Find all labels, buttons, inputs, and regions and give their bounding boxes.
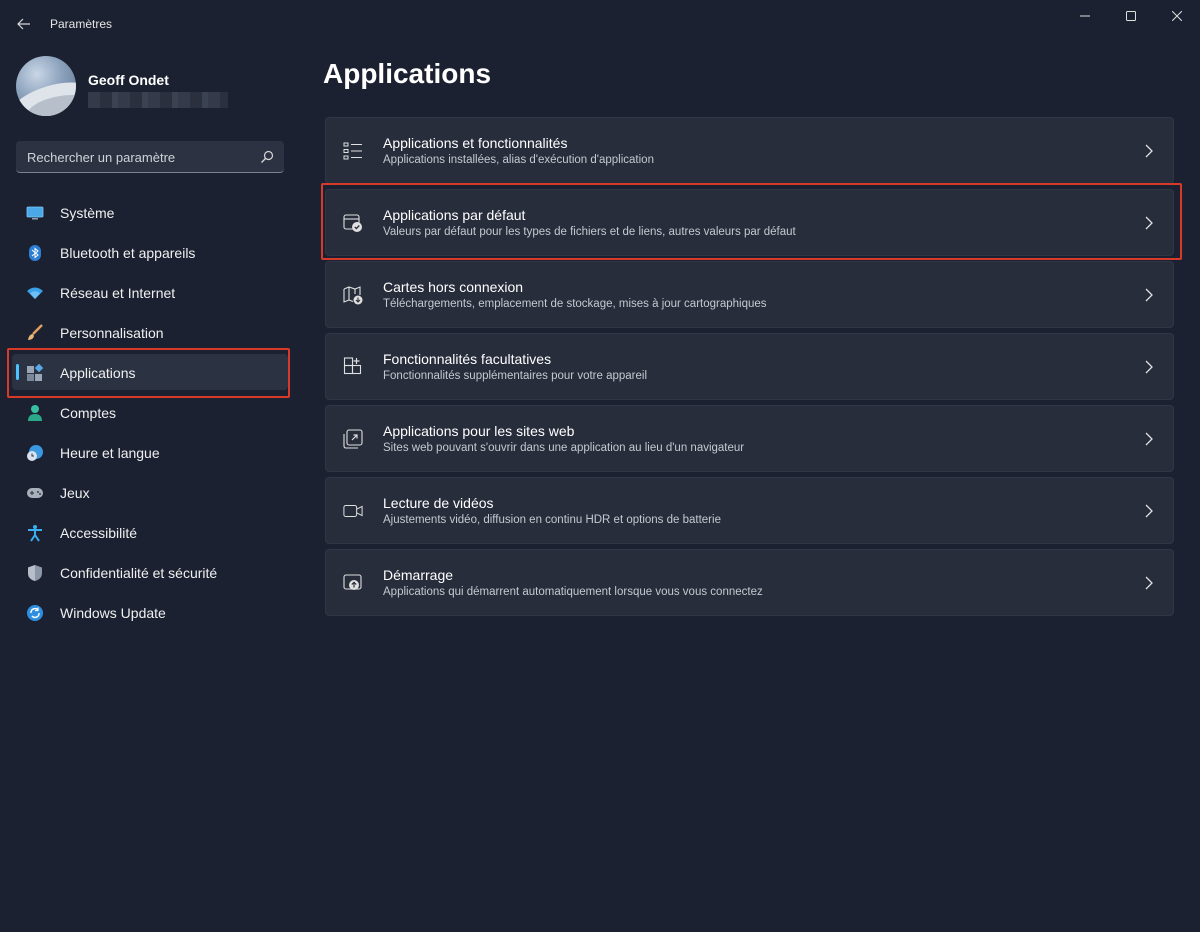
sidebar-item-windows-update[interactable]: Windows Update [12,594,288,630]
sidebar-item-jeux[interactable]: Jeux [12,474,288,510]
back-button[interactable] [14,14,34,34]
add-grid-icon [343,357,363,377]
card-fonctionnalites-facultatives[interactable]: Fonctionnalités facultatives Fonctionnal… [325,333,1174,400]
person-icon [26,404,44,422]
card-applications-par-defaut[interactable]: Applications par défaut Valeurs par défa… [325,189,1174,256]
chevron-right-icon [1143,215,1155,231]
sidebar-item-bluetooth[interactable]: Bluetooth et appareils [12,234,288,270]
back-arrow-icon [17,18,30,30]
card-title: Cartes hors connexion [383,279,524,295]
search-icon[interactable] [260,150,274,164]
sidebar-item-reseau[interactable]: Réseau et Internet [12,274,288,310]
card-title: Fonctionnalités facultatives [383,351,552,367]
list-icon [343,141,363,161]
chevron-right-icon [1143,431,1155,447]
card-title: Applications pour les sites web [383,423,575,439]
sidebar-item-comptes[interactable]: Comptes [12,394,288,430]
window-title: Paramètres [50,17,113,31]
card-subtitle: Applications installées, alias d'exécuti… [383,154,654,166]
sidebar-item-label: Windows Update [60,605,166,621]
sidebar-item-label: Accessibilité [60,525,138,541]
minimize-icon [1080,15,1090,17]
sidebar-item-label: Applications [60,365,136,381]
sidebar-item-label: Jeux [60,485,90,501]
apps-icon [26,364,44,382]
selection-indicator [16,364,19,380]
settings-window: Paramètres Geoff Ondet Rechercher un par… [0,0,1200,932]
bluetooth-icon [26,244,44,262]
card-title: Lecture de vidéos [383,495,494,511]
update-icon [26,604,44,622]
avatar [16,56,76,116]
close-button[interactable] [1154,0,1200,32]
brush-icon [26,324,44,342]
open-in-app-icon [343,429,363,449]
sidebar-item-label: Système [60,205,115,221]
card-applications-sites-web[interactable]: Applications pour les sites web Sites we… [325,405,1174,472]
sidebar-item-heure-langue[interactable]: Heure et langue [12,434,288,470]
sidebar-item-accessibilite[interactable]: Accessibilité [12,514,288,550]
sidebar-item-personnalisation[interactable]: Personnalisation [12,314,288,350]
minimize-button[interactable] [1062,0,1108,32]
card-demarrage[interactable]: Démarrage Applications qui démarrent aut… [325,549,1174,616]
user-email-redacted [88,92,228,108]
chevron-right-icon [1143,503,1155,519]
search-box[interactable]: Rechercher un paramètre [16,141,284,173]
gamepad-icon [26,484,44,502]
sidebar-item-label: Réseau et Internet [60,285,176,301]
map-download-icon [343,285,363,305]
sidebar-item-applications[interactable]: Applications [12,354,288,390]
card-subtitle: Sites web pouvant s'ouvrir dans une appl… [383,442,745,454]
globe-clock-icon [26,444,44,462]
maximize-button[interactable] [1108,0,1154,32]
sidebar-item-systeme[interactable]: Système [12,194,288,230]
chevron-right-icon [1143,287,1155,303]
chevron-right-icon [1143,575,1155,591]
sidebar-item-label: Heure et langue [60,445,160,461]
wifi-icon [26,284,44,302]
user-profile[interactable]: Geoff Ondet [16,56,286,118]
card-subtitle: Ajustements vidéo, diffusion en continu … [383,514,721,526]
settings-list: Applications et fonctionnalités Applicat… [325,117,1174,621]
sidebar-item-label: Confidentialité et sécurité [60,565,218,581]
card-lecture-videos[interactable]: Lecture de vidéos Ajustements vidéo, dif… [325,477,1174,544]
card-subtitle: Fonctionnalités supplémentaires pour vot… [383,370,648,382]
search-input[interactable]: Rechercher un paramètre [27,150,175,165]
sidebar-item-label: Bluetooth et appareils [60,245,196,261]
card-title: Démarrage [383,567,454,583]
card-subtitle: Applications qui démarrent automatiqueme… [383,586,763,598]
monitor-icon [26,204,44,222]
sidebar-item-confidentialite[interactable]: Confidentialité et sécurité [12,554,288,590]
chevron-right-icon [1143,359,1155,375]
default-app-icon [343,213,363,233]
close-icon [1172,11,1182,21]
accessibility-icon [26,524,44,542]
card-title: Applications et fonctionnalités [383,135,568,151]
card-applications-fonctionnalites[interactable]: Applications et fonctionnalités Applicat… [325,117,1174,184]
video-icon [343,501,363,521]
card-cartes-hors-connexion[interactable]: Cartes hors connexion Téléchargements, e… [325,261,1174,328]
sidebar-nav: Système Bluetooth et appareils Réseau et… [12,194,288,634]
page-title: Applications [323,58,492,89]
sidebar-item-label: Comptes [60,405,117,421]
title-bar: Paramètres [0,0,1200,48]
shield-icon [26,564,44,582]
card-title: Applications par défaut [383,207,526,223]
startup-icon [343,573,363,593]
maximize-icon [1126,11,1136,21]
chevron-right-icon [1143,143,1155,159]
card-subtitle: Téléchargements, emplacement de stockage… [383,298,767,310]
card-subtitle: Valeurs par défaut pour les types de fic… [383,226,796,238]
user-name: Geoff Ondet [88,72,169,88]
sidebar-item-label: Personnalisation [60,325,164,341]
